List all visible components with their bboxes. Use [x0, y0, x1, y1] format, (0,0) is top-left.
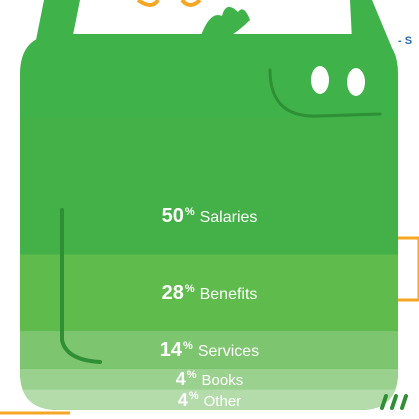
- band-other: [20, 389, 398, 410]
- left-eye: [311, 66, 329, 94]
- side-text: - S: [398, 35, 413, 47]
- orange-accent-mark: [398, 236, 419, 302]
- infographic-stage: - S 4% Other 4% Books 14% Services 28% Benefits…: [0, 0, 419, 419]
- monster-illustration: [0, 0, 419, 415]
- bottom-dashes: [380, 394, 408, 410]
- band-books: [20, 368, 398, 390]
- right-eye: [347, 68, 365, 96]
- orange-squiggle-mark: [136, 0, 202, 7]
- hair-tuft: [200, 6, 250, 38]
